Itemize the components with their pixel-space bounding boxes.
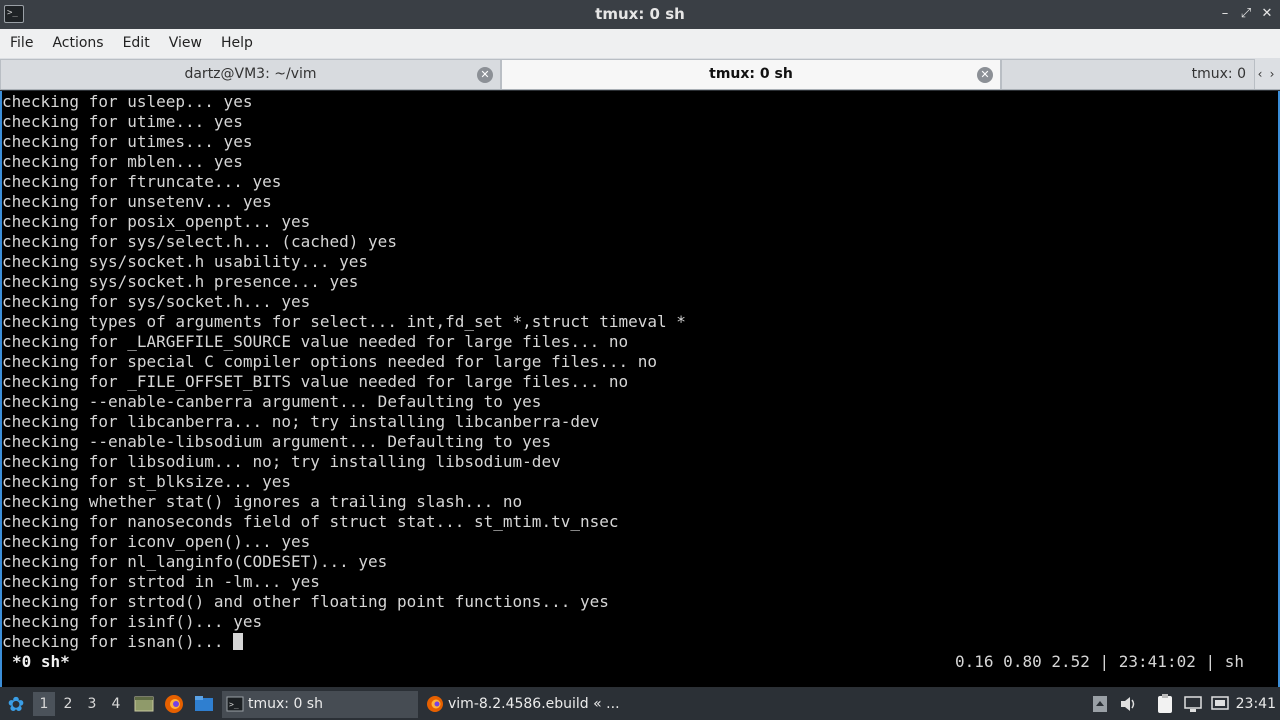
terminal-line: checking for nl_langinfo(CODESET)... yes xyxy=(2,552,388,571)
terminal-line: checking for st_blksize... yes xyxy=(2,472,291,491)
terminal-line: checking for sys/socket.h... yes xyxy=(2,292,311,311)
task-tmux[interactable]: >_ tmux: 0 sh xyxy=(222,691,418,718)
terminal-line: checking for libcanberra... no; try inst… xyxy=(2,412,600,431)
close-icon[interactable]: ✕ xyxy=(1258,5,1276,23)
minimize-icon[interactable]: – xyxy=(1216,5,1234,23)
terminal-line: checking for strtod() and other floating… xyxy=(2,592,609,611)
menu-edit[interactable]: Edit xyxy=(117,29,163,58)
menu-file[interactable]: File xyxy=(4,29,46,58)
terminal-line: checking for libsodium... no; try instal… xyxy=(2,452,561,471)
terminal-line: checking for unsetenv... yes xyxy=(2,192,272,211)
terminal-output: checking for usleep... yes checking for u… xyxy=(2,92,686,652)
terminal-line: checking for usleep... yes xyxy=(2,92,253,111)
terminal-line: checking for _LARGEFILE_SOURCE value nee… xyxy=(2,332,629,351)
clipboard-icon[interactable] xyxy=(1155,693,1175,715)
tab-scroll-left-icon[interactable]: ‹ xyxy=(1254,62,1266,86)
task-label: tmux: 0 sh xyxy=(248,696,323,712)
file-manager-icon[interactable] xyxy=(193,693,215,715)
terminal-line: checking --enable-canberra argument... D… xyxy=(2,392,542,411)
terminal-current-line: checking for isnan()... xyxy=(2,632,686,652)
terminal-line: checking for special C compiler options … xyxy=(2,352,658,371)
workspace-1[interactable]: 1 xyxy=(33,692,55,716)
terminal-line: checking for utime... yes xyxy=(2,112,243,131)
terminal-view[interactable]: checking for usleep... yes checking for u… xyxy=(0,91,1280,687)
terminal-line: checking for strtod in -lm... yes xyxy=(2,572,320,591)
tab-tmux-active[interactable]: tmux: 0 sh ✕ xyxy=(501,59,1001,89)
menu-view[interactable]: View xyxy=(163,29,215,58)
firefox-icon[interactable] xyxy=(163,693,185,715)
volume-icon[interactable] xyxy=(1118,693,1138,715)
tab-tmux-2[interactable]: tmux: 0 xyxy=(1001,59,1255,89)
menu-bar: File Actions Edit View Help xyxy=(0,29,1280,58)
terminal-line: checking for mblen... yes xyxy=(2,152,243,171)
tab-vim[interactable]: dartz@VM3: ~/vim ✕ xyxy=(0,59,501,89)
tab-label: dartz@VM3: ~/vim xyxy=(184,66,317,82)
tmux-status-bar: *0 sh* 0.16 0.80 2.52 | 23:41:02 | sh xyxy=(2,652,1278,672)
workspace-4[interactable]: 4 xyxy=(105,692,127,716)
screen-icon[interactable] xyxy=(1210,693,1230,715)
terminal-line: checking for sys/select.h... (cached) ye… xyxy=(2,232,397,251)
window-titlebar[interactable]: >_ tmux: 0 sh – ⤢ ✕ xyxy=(0,0,1280,29)
terminal-line: checking for _FILE_OFFSET_BITS value nee… xyxy=(2,372,629,391)
show-desktop-icon[interactable] xyxy=(133,693,155,715)
taskbar-clock[interactable]: 23:41 xyxy=(1236,688,1276,720)
tab-close-icon[interactable]: ✕ xyxy=(977,67,993,83)
terminal-prompt-text: checking for isnan()... xyxy=(2,632,234,651)
terminal-line: checking for ftruncate... yes xyxy=(2,172,282,191)
workspace-2[interactable]: 2 xyxy=(57,692,79,716)
firefox-icon xyxy=(426,695,444,713)
tab-scroll-right-icon[interactable]: › xyxy=(1266,62,1278,86)
start-menu-icon[interactable]: ✿ xyxy=(4,691,28,717)
terminal-line: checking for isinf()... yes xyxy=(2,612,263,631)
terminal-cursor xyxy=(233,633,244,650)
window-title: tmux: 0 sh xyxy=(595,5,685,23)
terminal-line: checking --enable-libsodium argument... … xyxy=(2,432,552,451)
terminal-line: checking types of arguments for select..… xyxy=(2,312,686,331)
task-firefox[interactable]: vim-8.2.4586.ebuild « ... xyxy=(422,691,622,718)
svg-text:>_: >_ xyxy=(229,700,239,709)
task-label: vim-8.2.4586.ebuild « ... xyxy=(448,696,620,712)
workspace-3[interactable]: 3 xyxy=(81,692,103,716)
maximize-icon[interactable]: ⤢ xyxy=(1237,5,1255,23)
terminal-line: checking sys/socket.h usability... yes xyxy=(2,252,369,271)
tab-bar: dartz@VM3: ~/vim ✕ tmux: 0 sh ✕ tmux: 0 … xyxy=(0,58,1280,90)
terminal-line: checking sys/socket.h presence... yes xyxy=(2,272,359,291)
tray-expand-icon[interactable] xyxy=(1090,693,1110,715)
tab-label: tmux: 0 sh xyxy=(709,66,793,82)
terminal-line: checking for posix_openpt... yes xyxy=(2,212,311,231)
menu-help[interactable]: Help xyxy=(215,29,266,58)
tab-close-icon[interactable]: ✕ xyxy=(477,67,493,83)
tmux-status-right: 0.16 0.80 2.52 | 23:41:02 | sh xyxy=(955,652,1244,671)
terminal-icon: >_ xyxy=(226,695,244,713)
terminal-line: checking for utimes... yes xyxy=(2,132,253,151)
terminal-line: checking for iconv_open()... yes xyxy=(2,532,311,551)
tab-label: tmux: 0 xyxy=(1191,66,1246,82)
menu-actions[interactable]: Actions xyxy=(46,29,116,58)
tmux-window-indicator: *0 sh* xyxy=(12,652,70,671)
terminal-line: checking whether stat() ignores a traili… xyxy=(2,492,523,511)
taskbar: ✿ 1 2 3 4 >_ tmux: 0 sh vim-8.2.4586.ebu… xyxy=(0,688,1280,720)
terminal-line: checking for nanoseconds field of struct… xyxy=(2,512,619,531)
network-icon[interactable] xyxy=(1183,693,1203,715)
